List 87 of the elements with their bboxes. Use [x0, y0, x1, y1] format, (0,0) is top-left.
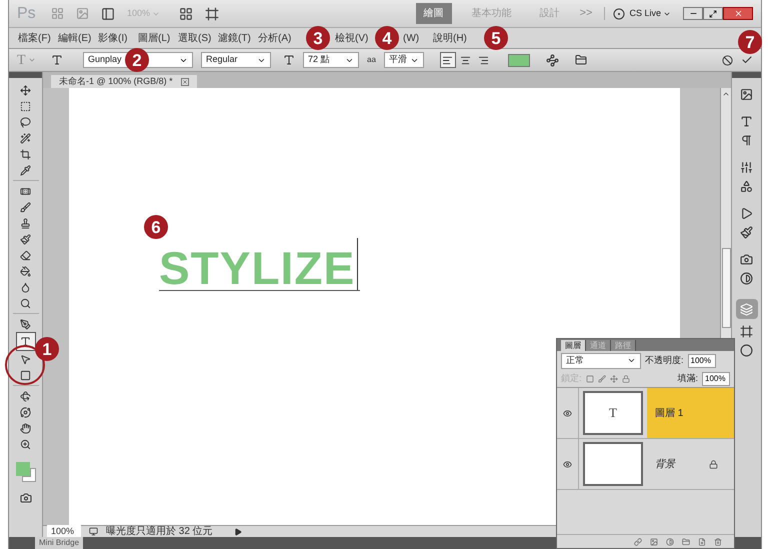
align-button[interactable]	[440, 52, 456, 68]
status-icon	[89, 527, 98, 536]
background-color-swatch[interactable]	[22, 468, 36, 482]
menu-item[interactable]: 檔案(F)	[18, 32, 51, 44]
layer-name: 背景	[655, 458, 675, 472]
caret-icon	[28, 56, 36, 64]
folder-icon[interactable]	[682, 538, 690, 546]
scrollbar-thumb[interactable]	[722, 248, 730, 328]
frame-icon[interactable]	[740, 325, 753, 338]
layer-thumbnail	[583, 442, 643, 486]
commit-icon[interactable]	[741, 54, 753, 66]
font-size-icon	[283, 54, 295, 66]
mask-icon[interactable]	[650, 538, 658, 546]
document-tab[interactable]: 未命名-1 @ 100% (RGB/8) *	[51, 75, 197, 88]
status-message: 曝光度只適用於 32 位元	[106, 524, 214, 539]
antialias-dropdown[interactable]: 平滑	[384, 52, 424, 68]
trash-icon[interactable]	[714, 538, 722, 546]
layers-icon	[740, 302, 753, 316]
menu-item[interactable]: (W)	[403, 32, 420, 44]
layers-button[interactable]	[736, 299, 758, 319]
type-icon[interactable]	[16, 332, 36, 351]
panels-icon[interactable]	[574, 54, 587, 66]
close-icon[interactable]	[180, 78, 189, 86]
paragraph-icon[interactable]	[740, 134, 753, 147]
font-family-value[interactable]: Gunplay	[88, 53, 122, 67]
window-icon[interactable]	[101, 6, 115, 20]
align-icon	[460, 54, 472, 66]
arrange-icon[interactable]	[179, 6, 193, 20]
circle-icon[interactable]	[740, 344, 753, 357]
eye-icon[interactable]	[563, 408, 572, 418]
layer-row[interactable]: T 圖層 1	[557, 388, 734, 439]
cancel-icon[interactable]	[722, 54, 733, 66]
menu-item[interactable]: 圖層(L)	[138, 32, 170, 44]
menu-item[interactable]: 說明(H)	[433, 32, 467, 44]
foreground-color-swatch[interactable]	[16, 462, 30, 476]
caret-icon	[627, 356, 636, 365]
app-logo: Ps	[17, 4, 37, 24]
opacity-field[interactable]: 100%	[688, 354, 716, 368]
eye-icon[interactable]	[563, 460, 572, 468]
character-icon[interactable]	[740, 115, 753, 128]
align-icon	[442, 54, 454, 66]
text-cursor	[357, 238, 358, 290]
new-layer-icon[interactable]	[698, 538, 706, 546]
shapes-icon[interactable]	[740, 180, 753, 193]
menu-item[interactable]: 影像(I)	[98, 32, 128, 44]
camera-icon[interactable]	[740, 253, 753, 266]
lock-icon[interactable]	[622, 374, 630, 382]
maximize-button[interactable]	[703, 7, 723, 20]
text-color-swatch[interactable]	[508, 54, 530, 66]
play-icon[interactable]	[234, 528, 242, 536]
layer-thumbnail: T	[583, 391, 643, 435]
menu-item[interactable]: 檢視(V)	[335, 32, 368, 44]
half-circle-icon[interactable]	[740, 272, 753, 285]
menu-item[interactable]: 編輯(E)	[58, 32, 92, 44]
warp-text-icon[interactable]	[546, 54, 559, 66]
link-icon[interactable]	[634, 538, 642, 546]
menu-item[interactable]: 濾鏡(T)	[218, 32, 251, 44]
screen-mode-icon[interactable]	[205, 6, 219, 20]
image-icon[interactable]	[740, 88, 753, 101]
panel-tab[interactable]: 圖層	[561, 340, 586, 351]
mini-bridge-tab[interactable]: Mini Bridge	[35, 537, 84, 549]
minimize-button[interactable]	[683, 7, 703, 20]
cs-live-icon	[613, 8, 626, 20]
workspace-tab[interactable]: 繪圖	[416, 3, 452, 24]
opacity-label: 不透明度:	[645, 354, 684, 367]
menu-item[interactable]: 選取(S)	[178, 32, 212, 44]
font-size-dropdown[interactable]: 72 點	[303, 52, 359, 68]
brush-icon[interactable]	[740, 226, 753, 239]
menu-item[interactable]: 分析(A)	[258, 32, 292, 44]
antialias-icon: aa	[367, 54, 376, 66]
quick-mask-icon[interactable]	[20, 492, 32, 504]
cs-live-button[interactable]: CS Live	[629, 6, 671, 20]
canvas-text: STYLIZE	[159, 246, 356, 290]
fill-label: 填滿:	[677, 372, 698, 385]
align-icon	[478, 54, 490, 66]
close-button[interactable]	[723, 7, 753, 20]
maximize-icon	[709, 10, 717, 18]
orientation-icon[interactable]	[51, 54, 63, 66]
layer-row[interactable]: 背景	[557, 439, 734, 490]
font-style-dropdown[interactable]: Regular	[201, 52, 271, 68]
close-icon	[734, 9, 742, 18]
blend-mode-dropdown[interactable]: 正常	[561, 352, 641, 368]
play-icon[interactable]	[740, 207, 753, 220]
adjustment-icon[interactable]	[666, 538, 674, 546]
layer-name: 圖層 1	[655, 406, 684, 420]
sliders-icon[interactable]	[740, 161, 753, 174]
fill-field[interactable]: 100%	[702, 372, 730, 386]
